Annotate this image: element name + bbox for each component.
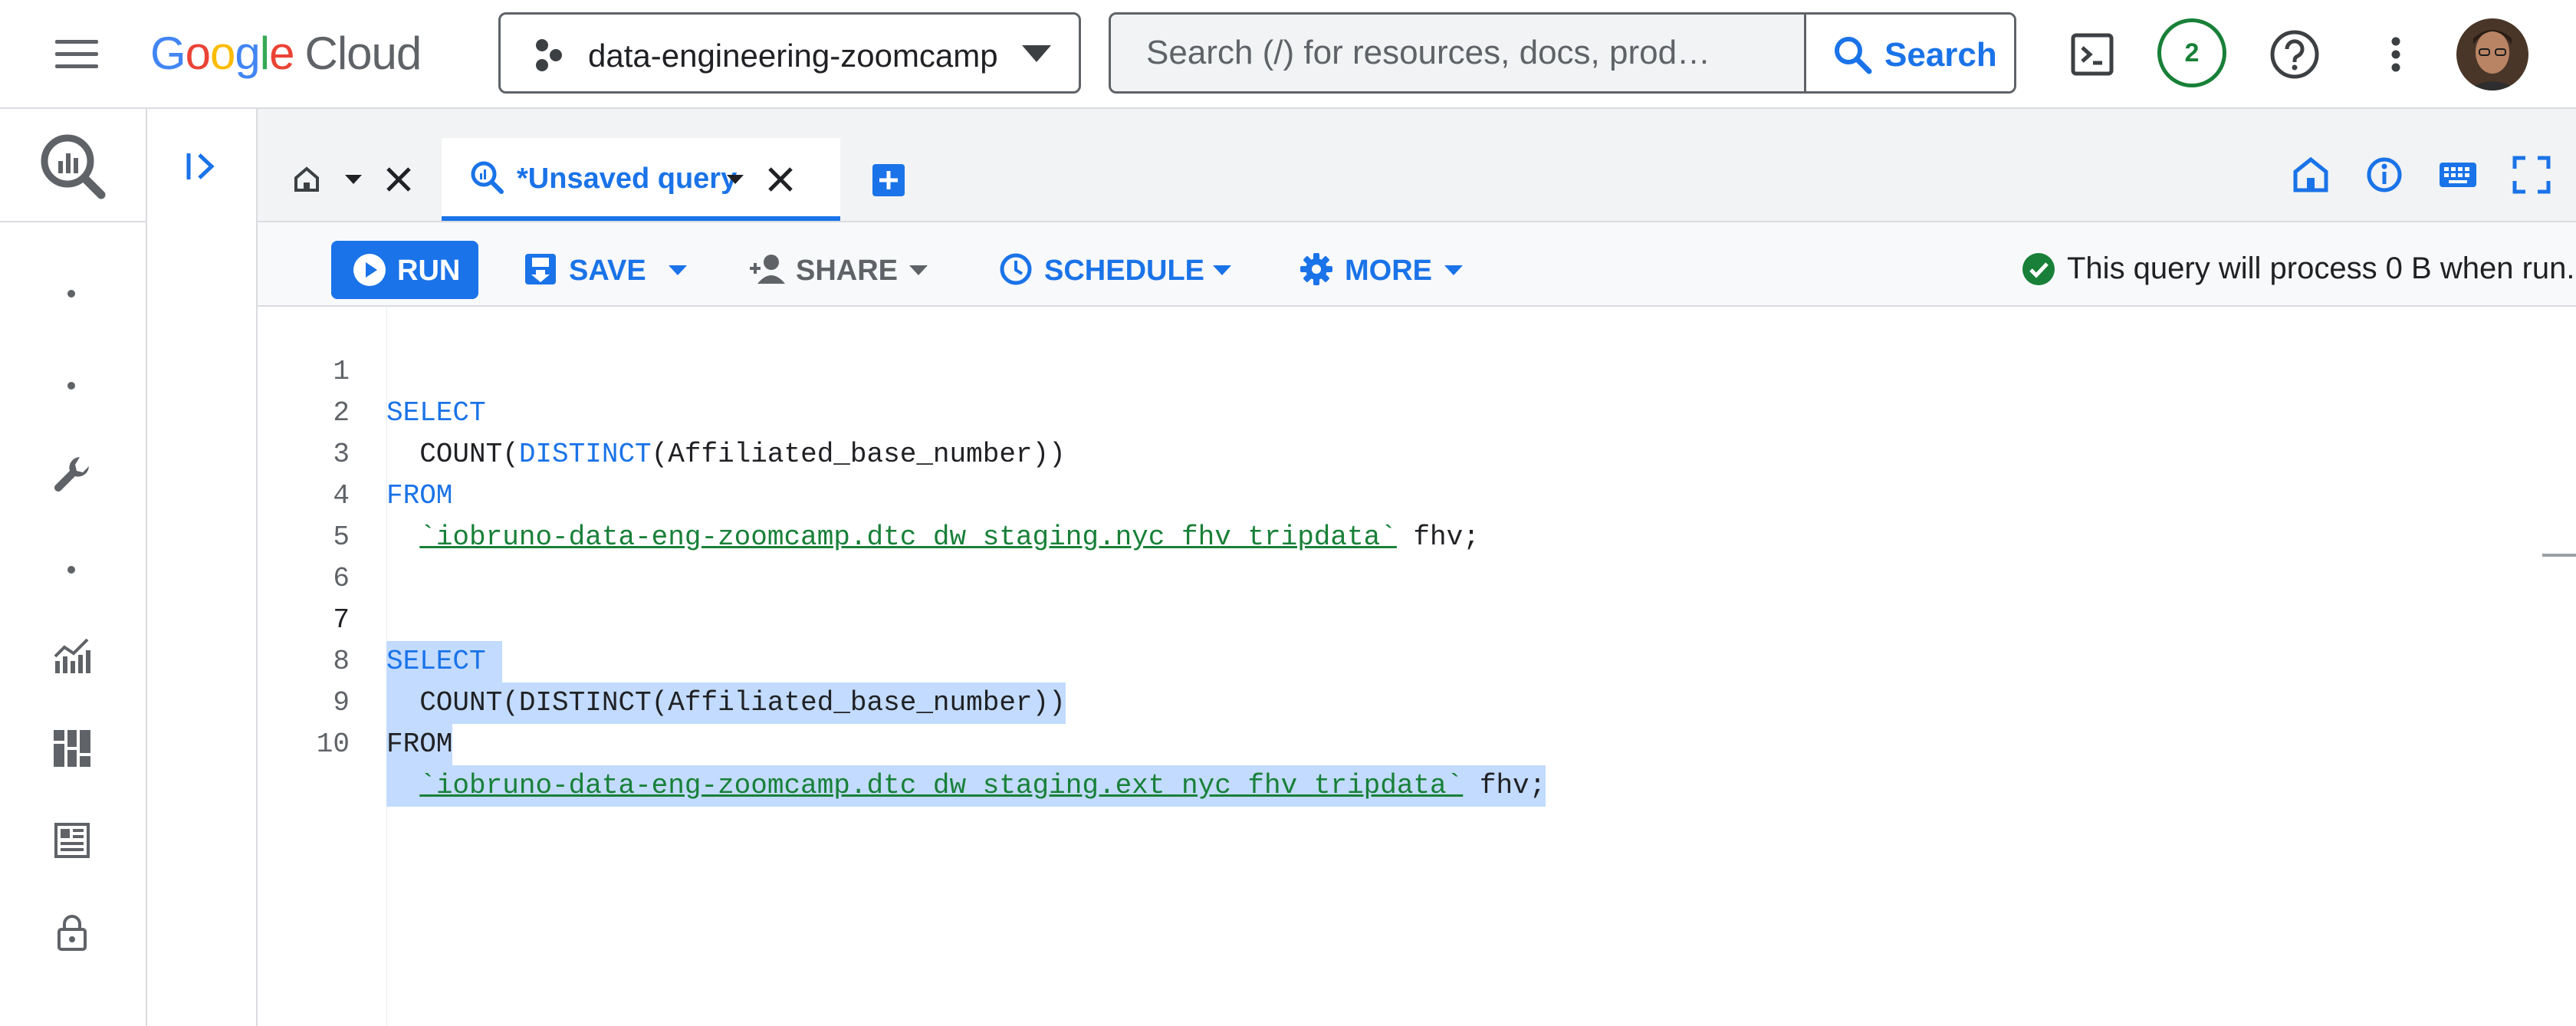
chevron-down-icon	[909, 265, 928, 275]
chevron-down-icon	[1022, 45, 1051, 62]
close-icon[interactable]	[767, 166, 794, 193]
search-button-label: Search	[1884, 36, 1997, 74]
home-icon[interactable]	[2289, 153, 2332, 196]
table-reference-link[interactable]: `iobruno-data-eng-zoomcamp.dtc_dw_stagin…	[419, 770, 1463, 801]
query-toolbar: RUN SAVE SHARE SCHEDULE MORE This query …	[258, 221, 2576, 307]
code-line-selected: 8 COUNT(DISTINCT(Affiliated_base_number)…	[258, 600, 2550, 724]
code-line-selected: 7 SELECT	[258, 558, 2550, 682]
share-button[interactable]: SHARE	[748, 241, 940, 299]
nav-item-dot[interactable]	[67, 290, 75, 298]
code-text: FROM	[386, 724, 453, 765]
close-icon[interactable]	[385, 166, 412, 193]
more-label: MORE	[1345, 255, 1432, 287]
code-line: 4 `iobruno-data-eng-zoomcamp.dtc_dw_stag…	[258, 434, 2550, 553]
more-vert-icon[interactable]	[2361, 20, 2430, 89]
search-icon	[1835, 37, 1872, 74]
status-text: This query will process 0 B when run.	[2067, 252, 2575, 285]
lock-icon[interactable]	[51, 911, 94, 954]
new-tab-plus-icon[interactable]	[871, 163, 906, 198]
bigquery-product-icon[interactable]	[0, 109, 146, 222]
explorer-panel-collapsed	[147, 109, 258, 1026]
top-bar: Google Cloud data-engineering-zoomcamp Se…	[0, 0, 2576, 109]
main-menu-icon[interactable]	[55, 38, 98, 71]
code-line: 2 COUNT(DISTINCT(Affiliated_base_number)…	[258, 351, 2550, 470]
help-icon[interactable]	[2260, 20, 2329, 89]
code-line: 1 SELECT	[258, 310, 2550, 429]
logo-google: Google	[150, 28, 295, 79]
tab-unsaved-query[interactable]: *Unsaved query	[442, 138, 840, 221]
dashboard-icon[interactable]	[51, 727, 94, 770]
keyboard-icon[interactable]	[2436, 153, 2479, 196]
code-line: 5	[258, 475, 2550, 553]
gear-icon	[1300, 253, 1332, 285]
sql-editor[interactable]: 1 SELECT 2 COUNT(DISTINCT(Affiliated_bas…	[258, 307, 2550, 1026]
bigquery-icon	[41, 134, 106, 199]
play-icon	[353, 254, 386, 286]
cloud-shell-icon[interactable]	[2058, 20, 2127, 89]
code-line: 6	[258, 517, 2550, 594]
left-nav	[0, 109, 147, 1026]
code-line: 3 FROM	[258, 393, 2550, 511]
code-line-selected: 10 `iobruno-data-eng-zoomcamp.dtc_dw_sta…	[258, 682, 2550, 807]
table-view-icon[interactable]	[51, 819, 94, 862]
chevron-down-icon	[669, 265, 687, 275]
notifications-badge[interactable]: 2	[2157, 18, 2226, 87]
search-button[interactable]: Search	[1804, 15, 2014, 91]
chevron-down-icon[interactable]	[727, 175, 744, 184]
save-button[interactable]: SAVE	[523, 241, 699, 299]
code-line-selected: 9 FROM	[258, 641, 2550, 765]
analytics-icon[interactable]	[51, 633, 94, 676]
google-cloud-logo[interactable]: Google Cloud	[150, 26, 422, 81]
project-picker[interactable]: data-engineering-zoomcamp	[498, 12, 1081, 94]
query-icon	[471, 161, 504, 194]
more-button[interactable]: MORE	[1299, 241, 1483, 299]
scrollbar-marker[interactable]	[2542, 554, 2576, 557]
nav-item-dot[interactable]	[67, 566, 75, 574]
chevron-down-icon	[1444, 265, 1463, 275]
avatar-image	[2456, 18, 2528, 90]
share-label: SHARE	[796, 255, 899, 287]
search-input[interactable]	[1111, 15, 1801, 91]
wrench-icon[interactable]	[51, 452, 94, 495]
save-icon	[525, 254, 556, 284]
run-label: RUN	[397, 255, 461, 287]
person-add-icon	[750, 255, 785, 284]
schedule-label: SCHEDULE	[1044, 255, 1205, 287]
tab-label: *Unsaved query	[517, 163, 738, 195]
clock-icon	[1000, 253, 1032, 285]
tab-strip: *Unsaved query	[258, 109, 2576, 221]
project-name: data-engineering-zoomcamp	[588, 38, 998, 74]
info-icon[interactable]	[2363, 153, 2406, 196]
fullscreen-icon[interactable]	[2510, 153, 2553, 196]
chevron-down-icon	[1213, 265, 1231, 275]
search-box: Search	[1109, 12, 2016, 94]
logo-cloud: Cloud	[304, 28, 422, 79]
save-label: SAVE	[569, 255, 646, 287]
schedule-button[interactable]: SCHEDULE	[998, 241, 1244, 299]
run-button[interactable]: RUN	[331, 241, 478, 299]
chevron-down-icon[interactable]	[345, 175, 362, 184]
check-circle-icon	[2022, 253, 2055, 285]
tab-home[interactable]	[265, 138, 449, 221]
nav-item-dot[interactable]	[67, 382, 75, 390]
line-number: 10	[316, 728, 350, 760]
expand-panel-icon[interactable]	[182, 147, 221, 186]
avatar[interactable]	[2456, 18, 2528, 90]
code-text: fhv;	[1463, 770, 1546, 801]
project-icon	[536, 39, 562, 71]
home-icon	[294, 166, 319, 192]
